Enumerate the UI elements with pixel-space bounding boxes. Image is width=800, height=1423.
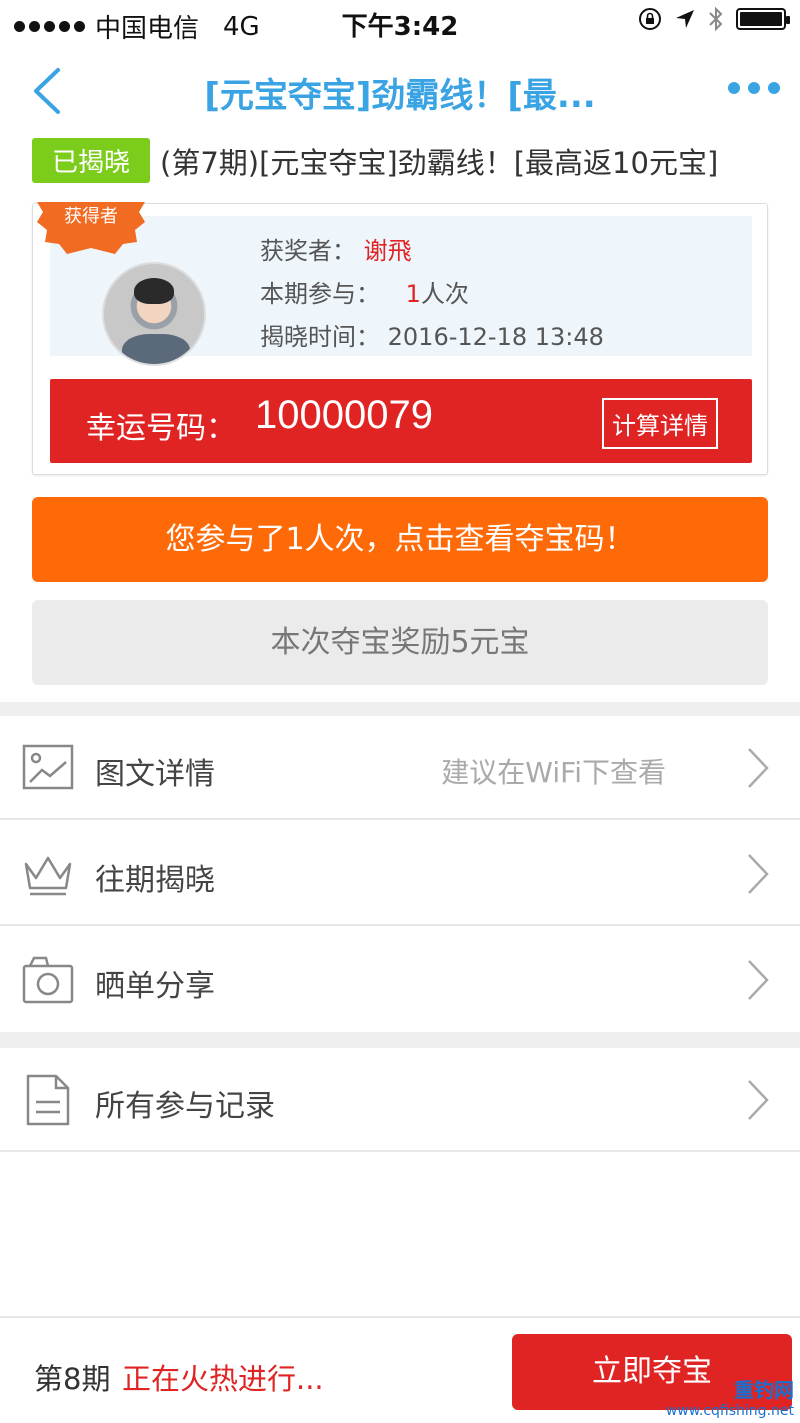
product-title: (第7期)[元宝夺宝]劲霸线！[最高返10元宝] [160,145,719,180]
menu-item-share[interactable]: 晒单分享 [0,928,800,1032]
winner-info-panel: 获奖者： 谢飛 本期参与： 1人次 揭晓时间： 2016-12-18 13:48 [50,216,752,366]
winner-avatar [102,262,206,366]
crown-icon [24,856,72,896]
chevron-right-icon [748,748,769,788]
winner-label: 获奖者： [260,237,356,265]
lucky-number-bar: 幸运号码： 10000079 计算详情 [50,379,752,463]
page-title: [元宝夺宝]劲霸线！[最... [204,76,596,116]
status-badge: 已揭晓 [32,138,151,183]
bottom-bar: 第8期 正在火热进行... 立即夺宝 重钓网 www.cqfishing.net [0,1316,800,1423]
chevron-right-icon [748,960,769,1000]
ribbon-label: 获得者 [64,206,118,227]
next-period-label: 第8期 [34,1362,111,1396]
image-icon [22,744,74,790]
orientation-lock-icon [639,8,661,30]
battery-icon [736,8,790,30]
menu-item-label: 晒单分享 [95,969,215,1004]
winner-details: 获奖者： 谢飛 本期参与： 1人次 揭晓时间： 2016-12-18 13:48 [260,230,604,359]
watermark-text: 重钓网 [734,1378,794,1402]
participation-row: 本期参与： 1人次 [260,273,604,316]
back-chevron-icon[interactable] [28,66,68,116]
wifi-hint: 建议在WiFi下查看 [441,756,666,789]
nav-bar: [元宝夺宝]劲霸线！[最... [0,48,800,134]
more-options-icon[interactable] [728,82,780,94]
bluetooth-icon [709,6,723,32]
next-period-status[interactable]: 正在火热进行... [122,1356,324,1398]
participation-count: 1 [405,280,421,308]
menu-item-records[interactable]: 所有参与记录 [0,1048,800,1152]
watermark: 重钓网 www.cqfishing.net [666,1374,794,1419]
chevron-right-icon [748,854,769,894]
document-icon [26,1074,70,1126]
menu-item-history[interactable]: 往期揭晓 [0,822,800,926]
reveal-time-row: 揭晓时间： 2016-12-18 13:48 [260,316,604,359]
reveal-time: 2016-12-18 13:48 [387,323,604,351]
section-divider [0,702,800,716]
calculation-details-button[interactable]: 计算详情 [602,398,718,449]
menu-item-details[interactable]: 图文详情 建议在WiFi下查看 [0,716,800,820]
status-bar: 中国电信 4G 下午3:42 [0,0,800,44]
winner-name[interactable]: 谢飛 [364,237,412,265]
product-title-row: 已揭晓 (第7期)[元宝夺宝]劲霸线！[最高返10元宝] [32,138,718,183]
camera-icon [22,956,74,1004]
menu-item-label: 所有参与记录 [95,1089,275,1124]
winner-row: 获奖者： 谢飛 [260,230,604,273]
view-codes-button[interactable]: 您参与了1人次，点击查看夺宝码！ [32,497,768,582]
menu-item-label: 往期揭晓 [95,863,215,898]
watermark-url: www.cqfishing.net [665,1403,794,1419]
participation-label: 本期参与： [260,280,380,308]
menu-item-label: 图文详情 [95,757,215,792]
winner-ribbon-badge: 获得者 [37,202,145,254]
section-divider [0,1032,800,1048]
winner-card: 获奖者： 谢飛 本期参与： 1人次 揭晓时间： 2016-12-18 13:48… [32,202,768,475]
reward-button[interactable]: 本次夺宝奖励5元宝 [32,600,768,685]
participation-unit: 人次 [420,280,469,308]
reveal-time-label: 揭晓时间： [260,323,380,351]
lucky-number-label: 幸运号码： [86,411,236,446]
location-arrow-icon [676,10,694,28]
status-right [638,6,790,32]
lucky-number: 10000079 [255,393,433,437]
chevron-right-icon [748,1080,769,1120]
